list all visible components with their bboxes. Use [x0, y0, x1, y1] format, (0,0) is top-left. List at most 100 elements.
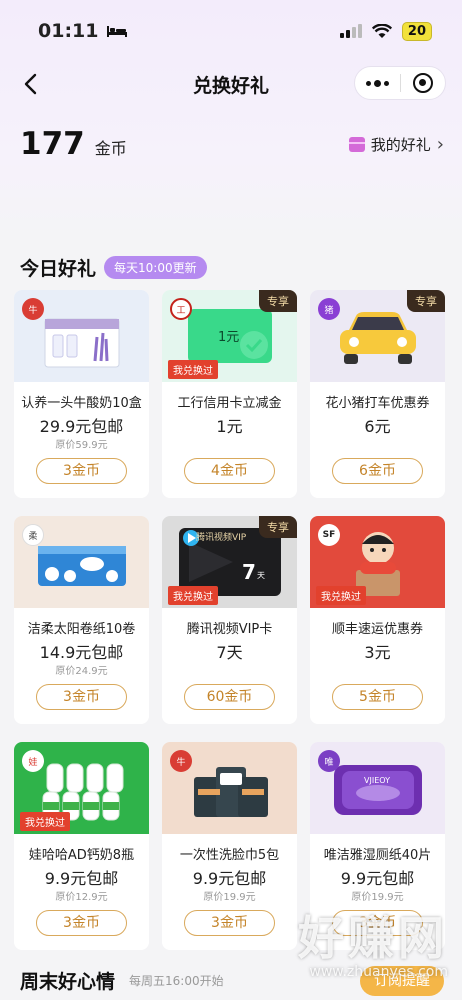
brand-logo-icon: 牛: [170, 750, 192, 772]
gift-image: 猪 专享: [310, 290, 445, 382]
gift-price: 1元: [216, 417, 243, 436]
cellular-signal-icon: [339, 24, 362, 38]
huaxiaozhu-logo-icon: 猪: [318, 298, 340, 320]
page-title: 兑换好礼: [192, 74, 269, 97]
gift-name: 顺丰速运优惠券: [331, 622, 423, 637]
update-time-badge: 每天10:00更新: [104, 255, 207, 279]
gift-name: 花小猪打车优惠券: [325, 396, 430, 411]
redeemed-tag: 我兑换过: [316, 586, 366, 605]
redeem-button[interactable]: 3金币: [36, 458, 127, 484]
my-gifts-label: 我的好礼: [370, 135, 431, 154]
chevron-right-icon: ›: [436, 133, 444, 155]
nav-bar: 兑换好礼: [0, 62, 462, 106]
gift-image: 唯 VJIEOY: [310, 742, 445, 834]
redeem-button[interactable]: 3金币: [184, 910, 275, 936]
wifi-icon: [371, 23, 392, 38]
coin-amount: 177: [20, 126, 85, 162]
gift-name: 洁柔太阳卷纸10卷: [27, 622, 136, 637]
gift-image: 牛: [162, 742, 297, 834]
gift-icon: [348, 136, 365, 152]
weekend-section-header: 周末好心情 每周五16:00开始 订阅提醒: [0, 960, 462, 1000]
gift-card[interactable]: 牛 一次性洗脸巾5包 9.9元包邮 原价19.9元 3金币: [162, 742, 297, 950]
gift-original-price: 原价12.9元: [55, 892, 108, 903]
redeem-button[interactable]: 3金币: [36, 684, 127, 710]
target-icon: [412, 73, 433, 93]
redeem-button[interactable]: 60金币: [184, 684, 275, 710]
video-days-unit: 天: [257, 571, 265, 580]
gift-name: 娃哈哈AD钙奶8瓶: [28, 848, 135, 863]
gift-card[interactable]: 柔 洁柔太阳卷纸10卷 14.9元包邮 原价24.9元 3金币: [14, 516, 149, 724]
gift-card[interactable]: 娃 我兑换过 娃哈哈AD钙奶8瓶 9.9元包邮 原价12.9元 3金币: [14, 742, 149, 950]
more-button[interactable]: [355, 67, 400, 99]
gift-price: 9.9元包邮: [340, 869, 415, 888]
gift-original-price: 原价19.9元: [351, 892, 404, 903]
redeem-button[interactable]: 3金币: [332, 910, 423, 936]
gift-card[interactable]: 腾讯视频VIP 7 天 专享 我兑换过 腾讯视频VIP卡 7天 60金币: [162, 516, 297, 724]
mini-program-capsule: [354, 66, 446, 100]
tissue-roll-icon: [37, 546, 126, 586]
more-icon: [365, 79, 389, 87]
subscribe-reminder-button[interactable]: 订阅提醒: [360, 966, 444, 996]
icbc-logo-icon: 工: [170, 298, 192, 320]
back-button[interactable]: [14, 68, 46, 100]
bed-icon: [107, 26, 128, 37]
today-section-header: 今日好礼 每天10:00更新: [0, 252, 462, 282]
gift-name: 唯洁雅湿厕纸40片: [323, 848, 432, 863]
redeemed-tag: 我兑换过: [168, 360, 218, 379]
gift-original-price: 原价59.9元: [55, 440, 108, 451]
gift-card[interactable]: 工 1元 专享 我兑换过 工行信用卡立减金 1元 4金币: [162, 290, 297, 498]
exclusive-tag: 专享: [407, 290, 445, 312]
gift-original-price: [162, 662, 297, 676]
gift-price: 14.9元包邮: [39, 643, 124, 662]
status-bar: 01:11 20: [0, 0, 462, 62]
car-icon: [339, 312, 416, 364]
gift-price: 29.9元包邮: [39, 417, 124, 436]
gift-image: 牛: [14, 290, 149, 382]
redeem-button[interactable]: 6金币: [332, 458, 423, 484]
brand-logo-icon: 柔: [22, 524, 44, 546]
gift-original-price: 原价19.9元: [203, 892, 256, 903]
brand-logo-icon: 唯: [318, 750, 340, 772]
coins-row: 177 金币 我的好礼 ›: [0, 106, 462, 182]
gift-card[interactable]: 牛 认养一头牛酸奶10盒 29.9元包邮 原价59.9元 3金币: [14, 290, 149, 498]
gift-price: 6元: [364, 417, 391, 436]
coin-unit: 金币: [94, 139, 127, 158]
my-gifts-link[interactable]: 我的好礼 ›: [348, 133, 444, 155]
gift-image: 腾讯视频VIP 7 天 专享 我兑换过: [162, 516, 297, 608]
gift-original-price: [310, 436, 445, 450]
coin-balance: 177 金币: [20, 126, 127, 162]
battery-indicator: 20: [401, 21, 432, 41]
redeem-button[interactable]: 4金币: [184, 458, 275, 484]
today-section-title: 今日好礼: [20, 257, 97, 280]
gift-card[interactable]: 猪 专享 花小猪打车优惠券 6元 6金币: [310, 290, 445, 498]
gift-price: 9.9元包邮: [44, 869, 119, 888]
weekend-start-time: 每周五16:00开始: [129, 973, 224, 988]
exclusive-tag: 专享: [259, 290, 297, 312]
redeem-button[interactable]: 3金币: [36, 910, 127, 936]
redeemed-tag: 我兑换过: [20, 812, 70, 831]
gift-original-price: [310, 662, 445, 676]
gift-original-price: [162, 436, 297, 450]
gift-image: 娃 我兑换过: [14, 742, 149, 834]
voucher-amount: 1元: [218, 330, 240, 345]
gift-price: 9.9元包邮: [192, 869, 267, 888]
yogurt-box-icon: [44, 318, 119, 368]
close-program-button[interactable]: [401, 67, 446, 99]
gift-card[interactable]: 唯 VJIEOY 唯洁雅湿厕纸40片 9.9元包邮 原价19.9元 3金币: [310, 742, 445, 950]
redeem-button[interactable]: 5金币: [332, 684, 423, 710]
gift-name: 一次性洗脸巾5包: [179, 848, 280, 863]
gift-grid: 牛 认养一头牛酸奶10盒 29.9元包邮 原价59.9元 3金币 工 1元 专享…: [0, 282, 462, 950]
gift-original-price: 原价24.9元: [55, 666, 108, 677]
exclusive-tag: 专享: [259, 516, 297, 538]
brand-logo-icon: 牛: [22, 298, 44, 320]
brand-logo-icon: 娃: [22, 750, 44, 772]
redeemed-tag: 我兑换过: [168, 586, 218, 605]
video-days-number: 7: [242, 560, 256, 584]
gift-price: 3元: [364, 643, 391, 662]
gift-name: 工行信用卡立减金: [177, 396, 282, 411]
face-towel-icon: [193, 767, 268, 817]
chevron-left-icon: [24, 73, 37, 95]
gift-card[interactable]: SF 我兑换过 顺丰速运优惠券 3元 5金币: [310, 516, 445, 724]
status-time: 01:11: [38, 20, 99, 42]
gift-image: 工 1元 专享 我兑换过: [162, 290, 297, 382]
